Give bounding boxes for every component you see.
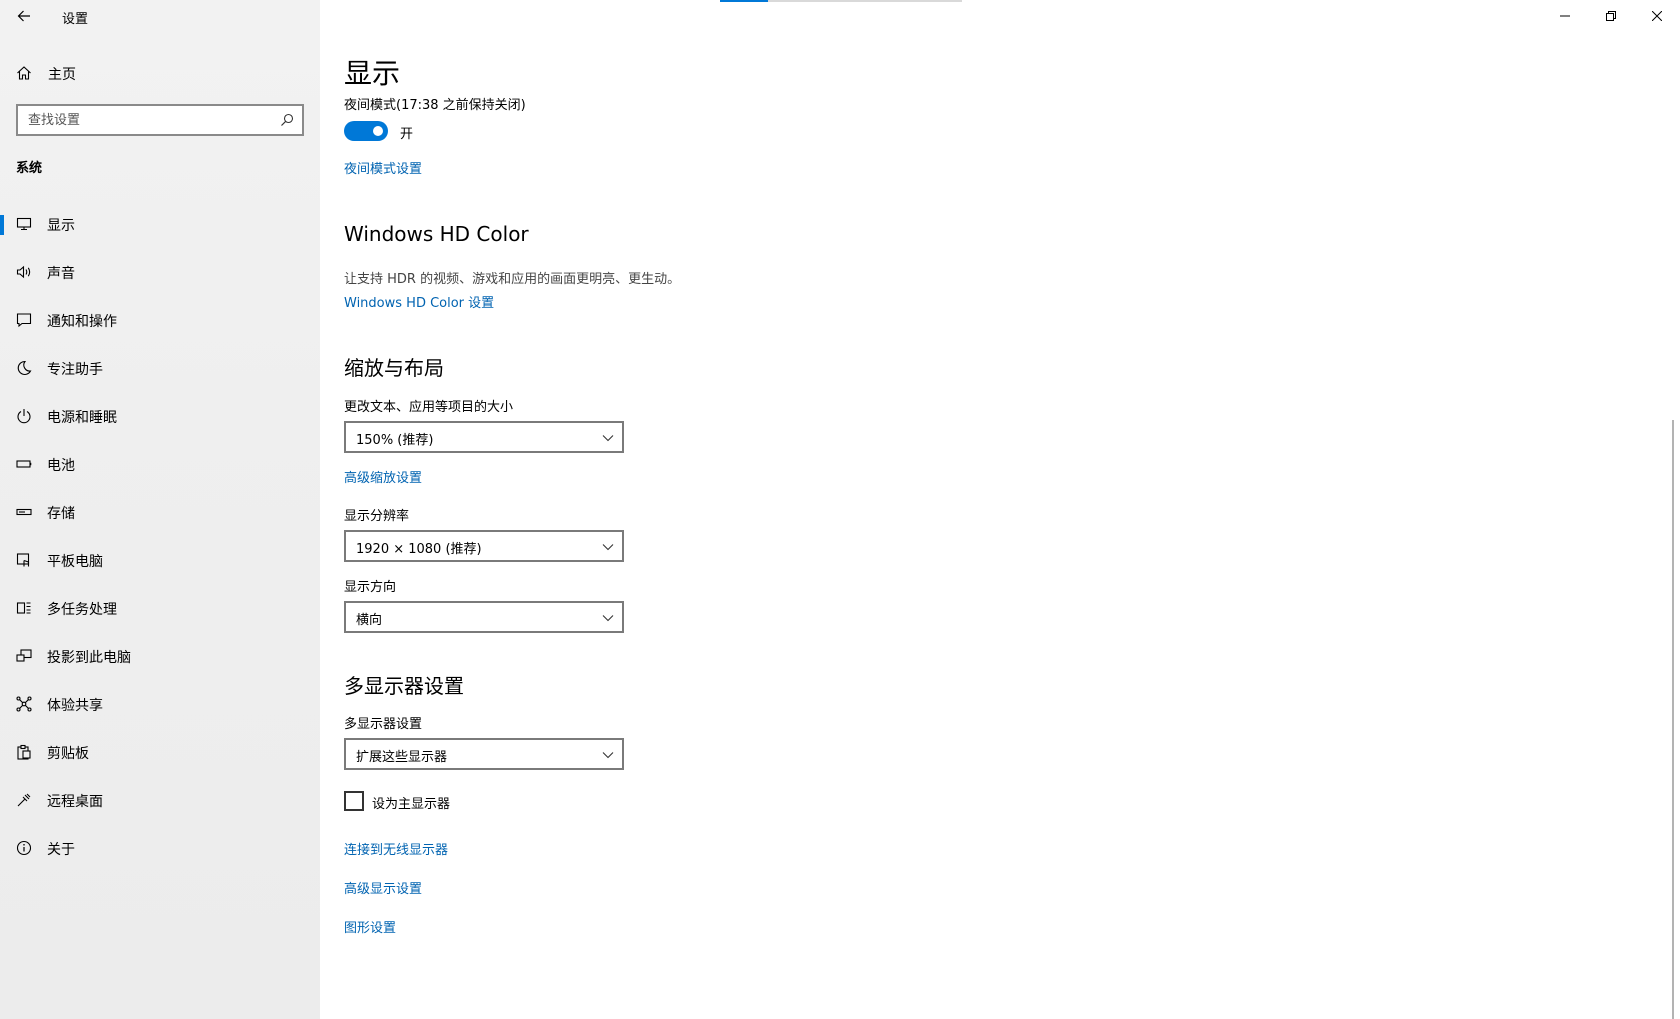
remote-icon [17,793,31,807]
primary-display-checkbox-label: 设为主显示器 [372,797,451,812]
chevron-down-icon [602,544,614,551]
sidebar-item-power-sleep[interactable]: 电源和睡眠 [0,392,320,440]
top-progress-segment [720,0,768,2]
sidebar-item-label: 多任务处理 [47,602,117,618]
home-nav[interactable]: 主页 [0,58,320,88]
restore-button[interactable] [1588,0,1634,32]
page-title: 显示 [344,57,401,90]
sidebar-item-about[interactable]: 关于 [0,824,320,872]
power-icon [17,409,31,424]
wireless-display-link[interactable]: 连接到无线显示器 [344,839,448,858]
sidebar-item-label: 通知和操作 [47,314,117,330]
tablet-icon [16,553,30,567]
sidebar-item-notifications[interactable]: 通知和操作 [0,296,320,344]
minimize-icon [1560,15,1570,17]
clipboard-icon [17,744,31,760]
primary-display-checkbox[interactable] [344,791,364,811]
sidebar-item-label: 声音 [47,266,75,282]
sidebar-item-label: 专注助手 [47,362,103,378]
scale-label: 更改文本、应用等项目的大小 [344,400,514,415]
info-icon [16,840,32,856]
resolution-dropdown-value: 1920 × 1080 (推荐) [356,542,482,557]
orientation-dropdown-value: 横向 [356,613,383,628]
storage-icon [16,508,32,516]
multi-display-label: 多显示器设置 [344,717,423,732]
battery-icon [16,460,32,468]
restore-icon [1606,11,1616,21]
sidebar: 设置 主页 系统 显示 声音 [0,0,320,1019]
monitor-icon [16,217,32,231]
sidebar-item-label: 显示 [47,218,75,234]
graphics-settings-link[interactable]: 图形设置 [344,917,396,936]
sidebar-item-focus-assist[interactable]: 专注助手 [0,344,320,392]
sidebar-item-battery[interactable]: 电池 [0,440,320,488]
main-content: 显示 夜间模式(17:38 之前保持关闭) 开 夜间模式设置 Windows H… [320,0,1680,1019]
back-button[interactable] [12,4,36,28]
chevron-down-icon [602,752,614,759]
sidebar-item-label: 电源和睡眠 [47,410,117,426]
sidebar-item-label: 存储 [47,506,75,522]
scale-dropdown-value: 150% (推荐) [356,433,434,448]
nav-list: 显示 声音 通知和操作 专注助手 电源和睡眠 电池 存储 平板电脑 多任务处理 … [0,200,320,872]
speaker-icon [16,265,31,279]
search-input[interactable] [28,111,268,129]
sidebar-item-label: 电池 [47,458,75,474]
multi-display-dropdown-value: 扩展这些显示器 [356,750,448,765]
search-icon[interactable] [280,113,294,127]
close-button[interactable] [1634,0,1680,32]
hd-color-settings-link[interactable]: Windows HD Color 设置 [344,292,494,311]
advanced-scaling-link[interactable]: 高级缩放设置 [344,467,422,486]
sidebar-item-label: 剪贴板 [47,746,89,762]
orientation-dropdown[interactable]: 横向 [344,601,624,633]
multi-display-heading: 多显示器设置 [344,674,464,698]
sidebar-item-project[interactable]: 投影到此电脑 [0,632,320,680]
section-title: 系统 [16,161,43,176]
orientation-label: 显示方向 [344,580,397,595]
scale-dropdown[interactable]: 150% (推荐) [344,421,624,453]
scale-layout-heading: 缩放与布局 [344,356,444,380]
home-label: 主页 [48,67,76,83]
sidebar-item-tablet[interactable]: 平板电脑 [0,536,320,584]
minimize-button[interactable] [1542,0,1588,32]
sidebar-item-sound[interactable]: 声音 [0,248,320,296]
sidebar-item-label: 平板电脑 [47,554,103,570]
multi-display-dropdown[interactable]: 扩展这些显示器 [344,738,624,770]
resolution-label: 显示分辨率 [344,509,410,524]
sidebar-item-label: 关于 [47,842,75,858]
sidebar-item-shared-experiences[interactable]: 体验共享 [0,680,320,728]
night-mode-toggle[interactable] [344,121,388,141]
toggle-knob [373,126,383,136]
night-mode-settings-link[interactable]: 夜间模式设置 [344,158,422,177]
advanced-display-settings-link[interactable]: 高级显示设置 [344,878,422,897]
share-icon [16,696,32,712]
titlebar-left: 设置 [0,0,320,32]
hd-color-heading: Windows HD Color [344,222,529,246]
sidebar-item-storage[interactable]: 存储 [0,488,320,536]
sidebar-item-label: 投影到此电脑 [47,650,131,666]
sidebar-item-remote-desktop[interactable]: 远程桌面 [0,776,320,824]
home-icon [17,66,31,80]
close-icon [1652,11,1662,21]
window-controls [1542,0,1680,32]
hd-color-description: 让支持 HDR 的视频、游戏和应用的画面更明亮、更生动。 [344,272,681,287]
project-icon [16,649,32,662]
back-arrow-icon [17,10,30,22]
sidebar-item-label: 远程桌面 [47,794,103,810]
scrollbar[interactable] [1672,420,1674,1019]
multitask-icon [16,602,31,614]
resolution-dropdown[interactable]: 1920 × 1080 (推荐) [344,530,624,562]
app-title: 设置 [62,12,89,27]
chevron-down-icon [602,615,614,622]
night-mode-toggle-label: 开 [400,127,414,142]
sidebar-item-multitasking[interactable]: 多任务处理 [0,584,320,632]
night-mode-status: 夜间模式(17:38 之前保持关闭) [344,98,526,113]
sidebar-item-clipboard[interactable]: 剪贴板 [0,728,320,776]
moon-icon [17,360,32,375]
sidebar-item-label: 体验共享 [47,698,103,714]
sidebar-item-display[interactable]: 显示 [0,200,320,248]
chevron-down-icon [602,435,614,442]
top-progress-indicator [720,0,962,2]
search-box[interactable] [16,104,304,136]
notification-icon [16,313,32,328]
